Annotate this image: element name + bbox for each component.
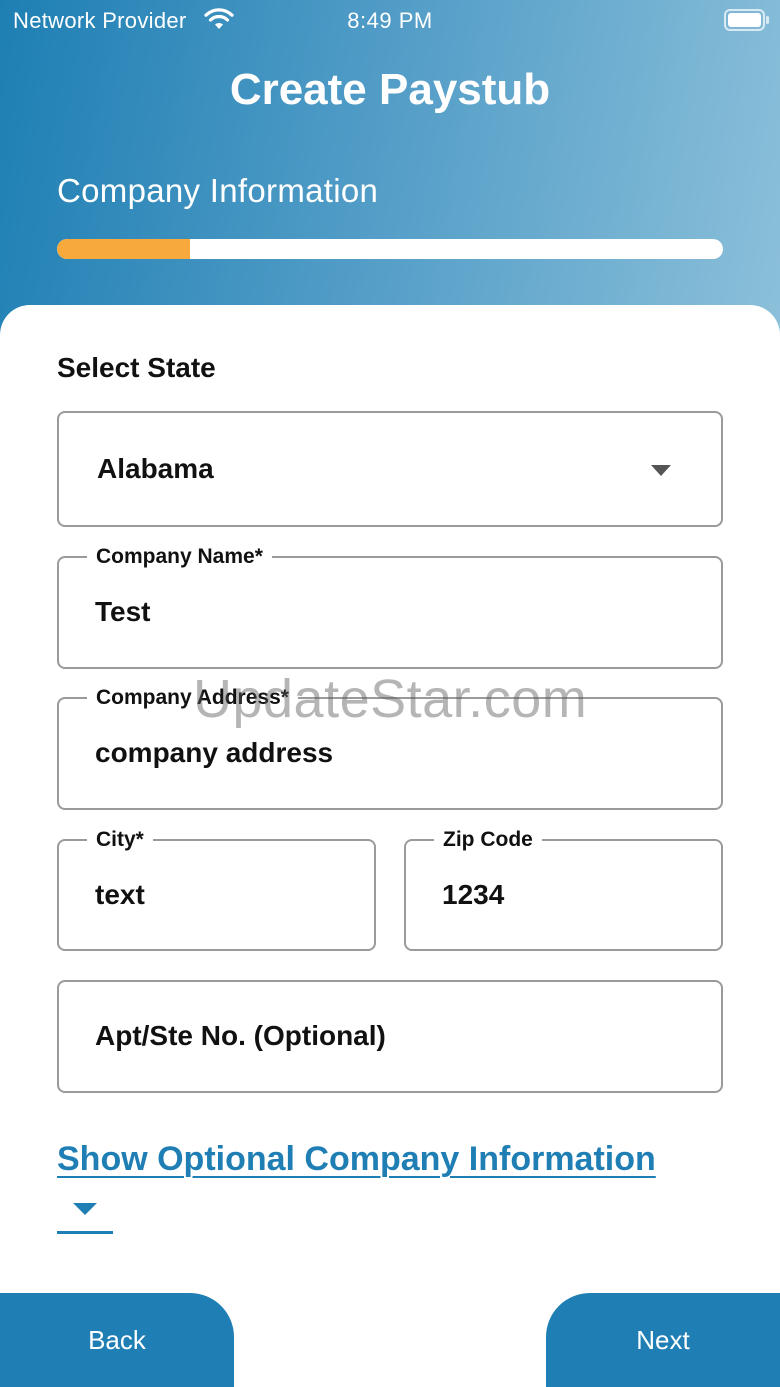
battery-icon bbox=[724, 9, 769, 31]
company-address-value: company address bbox=[95, 737, 334, 768]
progress-fill bbox=[57, 239, 191, 259]
state-select[interactable]: Alabama bbox=[57, 411, 723, 527]
city-value: text bbox=[95, 879, 145, 910]
status-time: 8:49 PM bbox=[347, 8, 433, 33]
apt-ste-placeholder: Apt/Ste No. (Optional) bbox=[95, 1020, 386, 1051]
company-name-label: Company Name* bbox=[87, 544, 272, 570]
chevron-down-icon bbox=[651, 465, 671, 476]
zip-code-value: 1234 bbox=[442, 879, 505, 910]
city-label: City* bbox=[87, 827, 153, 853]
next-button[interactable]: Next bbox=[546, 1293, 780, 1387]
state-select-value: Alabama bbox=[97, 453, 214, 484]
company-name-value: Test bbox=[95, 596, 151, 627]
zip-code-label: Zip Code bbox=[434, 827, 542, 853]
status-bar: Network Provider 8:49 PM bbox=[0, 0, 780, 40]
step-title: Company Information bbox=[57, 172, 379, 209]
zip-code-field[interactable]: Zip Code 1234 bbox=[404, 827, 723, 951]
back-button[interactable]: Back bbox=[0, 1293, 234, 1387]
apt-ste-field[interactable]: Apt/Ste No. (Optional) bbox=[57, 980, 723, 1093]
chevron-down-icon[interactable] bbox=[73, 1203, 97, 1216]
page-title: Create Paystub bbox=[229, 65, 551, 114]
company-name-field[interactable]: Company Name* Test bbox=[57, 544, 723, 669]
city-field[interactable]: City* text bbox=[57, 827, 376, 951]
select-state-label: Select State bbox=[57, 352, 216, 383]
watermark: UpdateStar.com bbox=[193, 669, 588, 729]
show-optional-info-link[interactable]: Show Optional Company Information bbox=[57, 1140, 656, 1179]
back-button-label: Back bbox=[88, 1324, 146, 1355]
progress-bar bbox=[57, 239, 723, 259]
next-button-label: Next bbox=[636, 1324, 690, 1355]
toggle-underline bbox=[57, 1231, 113, 1234]
